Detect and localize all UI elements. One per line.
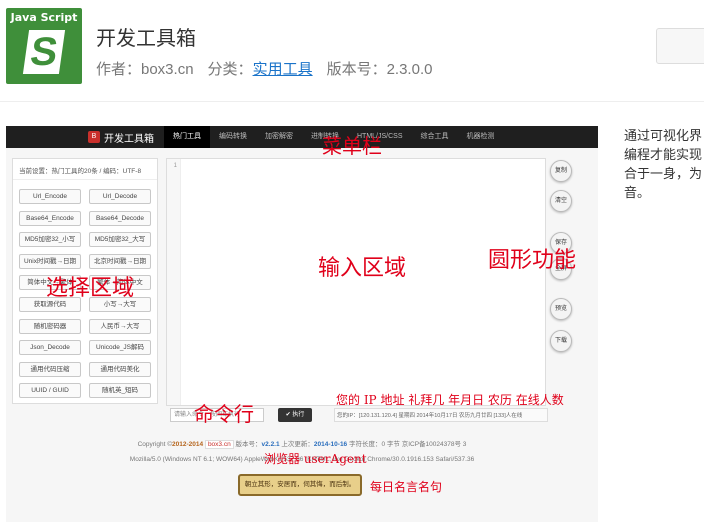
tool-button[interactable]: MD5加密32_小写 xyxy=(19,232,81,248)
tool-button[interactable]: UUID / GUID xyxy=(19,383,81,399)
app-icon-title: Java Script xyxy=(10,11,78,24)
annotation-browser: 浏览器 userAgent xyxy=(264,452,367,466)
annotation-status-info: 您的 IP 地址 礼拜几 年月日 农历 在线人数 xyxy=(336,393,564,407)
daily-quote-scroll: 朝立其形，安居而，伺其悔，而后制。 xyxy=(238,474,362,496)
tool-button[interactable]: 通用代码压缩 xyxy=(19,361,81,377)
tool-brand[interactable]: B 开发工具箱 xyxy=(88,129,154,145)
header-divider xyxy=(0,101,704,102)
tool-button[interactable]: Json_Decode xyxy=(19,340,81,356)
input-editor[interactable]: 1 xyxy=(166,158,546,406)
annotation-input-area: 输入区域 xyxy=(318,256,407,281)
annotation-select-area: 选择区域 xyxy=(46,276,135,301)
brand-badge-icon: B xyxy=(88,131,100,143)
annotation-command-line: 命令行 xyxy=(194,402,254,426)
tool-button[interactable]: 随机英_短码 xyxy=(89,383,151,399)
footer-copyright: Copyright ©2012-2014 box3.cn 版本号：v2.2.1 … xyxy=(6,438,598,449)
tool-button[interactable]: Base64_Decode xyxy=(89,210,151,226)
app-category-link[interactable]: 实用工具 xyxy=(253,61,313,78)
copy-button[interactable]: 复制 xyxy=(550,160,572,182)
app-description-text: 通过可视化界 编程才能实现 合于一身，为 音。 xyxy=(624,128,703,200)
app-header: Java Script S 开发工具箱 作者：box3.cn 分类：实用工具 版本号… xyxy=(0,0,704,100)
tool-button[interactable]: Url_Decode xyxy=(89,189,151,204)
install-button[interactable] xyxy=(656,28,704,64)
nav-item-detect[interactable]: 机器检测 xyxy=(458,126,504,148)
brand-label: 开发工具箱 xyxy=(104,133,154,145)
version-value: v2.2.1 xyxy=(261,441,280,448)
clear-button[interactable]: 清空 xyxy=(550,190,572,212)
annotation-menu: 菜单栏 xyxy=(322,134,382,158)
footer-tail: 字符长度：0 字节 京ICP备10024378号 3 xyxy=(348,441,467,448)
execute-button[interactable]: ✔ 执行 xyxy=(278,408,312,422)
tool-button[interactable]: Unix时间戳→日期 xyxy=(19,253,81,269)
panel-title: 当前设置：热门工具的20条 / 编码：UTF-8 xyxy=(13,159,157,180)
copyright-prefix: Copyright © xyxy=(137,441,173,448)
app-author: 作者：box3.cn xyxy=(96,61,194,78)
app-version: 版本号：2.3.0.0 xyxy=(326,61,433,78)
line-number: 1 xyxy=(173,163,177,169)
line-gutter: 1 xyxy=(167,159,181,405)
app-meta: 作者：box3.cn 分类：实用工具 版本号：2.3.0.0 xyxy=(96,58,432,79)
nav-item-encoding[interactable]: 编码转换 xyxy=(210,126,256,148)
tool-button[interactable]: MD5加密32_大写 xyxy=(89,232,151,248)
download-button[interactable]: 下载 xyxy=(550,330,572,352)
tool-button[interactable]: Url_Encode xyxy=(19,189,81,204)
preview-button[interactable]: 预览 xyxy=(550,298,572,320)
site-badge[interactable]: box3.cn xyxy=(204,440,234,449)
tool-button[interactable]: 通用代码美化 xyxy=(89,361,151,377)
tool-button[interactable]: 随机密码器 xyxy=(19,318,81,334)
tool-button[interactable]: 北京时间戳→日期 xyxy=(89,253,151,269)
app-icon[interactable]: Java Script S xyxy=(6,8,82,84)
app-title: 开发工具箱 xyxy=(96,28,196,50)
version-label: 版本号： xyxy=(235,441,262,448)
tool-navbar: B 开发工具箱 热门工具 编码转换 加密解密 进制转换 HTML/JS/CSS … xyxy=(6,126,598,148)
app-description: 通过可视化界 编程才能实现 合于一身，为 音。 xyxy=(624,126,704,202)
updated-value: 2014-10-16 xyxy=(313,441,348,448)
copyright-year: 2012-2014 xyxy=(172,441,204,448)
tool-button[interactable]: Base64_Encode xyxy=(19,210,81,226)
nav-item-crypto[interactable]: 加密解密 xyxy=(256,126,302,148)
status-bar: 您的IP：[120.131.120.4] 星期四 2014年10月17日 农历九… xyxy=(334,408,548,422)
updated-label: 上次更新： xyxy=(281,441,314,448)
tool-button[interactable]: 人民币→大写 xyxy=(89,318,151,334)
annotation-quote: 每日名言名句 xyxy=(370,480,443,494)
tool-button[interactable]: Unicode_JS解码 xyxy=(89,340,151,356)
nav-item-misc[interactable]: 综合工具 xyxy=(412,126,458,148)
app-category-label: 分类： xyxy=(207,61,253,78)
app-icon-letter: S xyxy=(22,30,66,74)
nav-item-hot-tools[interactable]: 热门工具 xyxy=(164,126,210,148)
annotation-round-functions: 圆形功能 xyxy=(488,248,577,273)
